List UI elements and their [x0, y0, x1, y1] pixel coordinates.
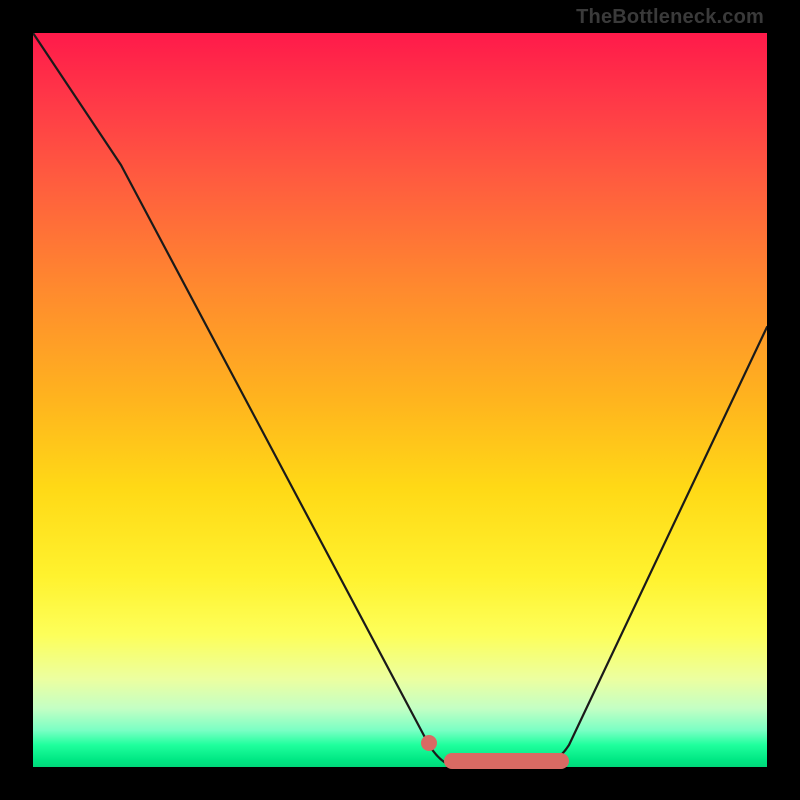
plot-area [33, 33, 767, 767]
chart-stage: TheBottleneck.com [0, 0, 800, 800]
optimal-range-dot [421, 735, 437, 751]
bottleneck-curve [33, 33, 767, 767]
watermark: TheBottleneck.com [576, 6, 764, 29]
optimal-range-bar [444, 753, 569, 769]
curve-path [33, 33, 767, 767]
